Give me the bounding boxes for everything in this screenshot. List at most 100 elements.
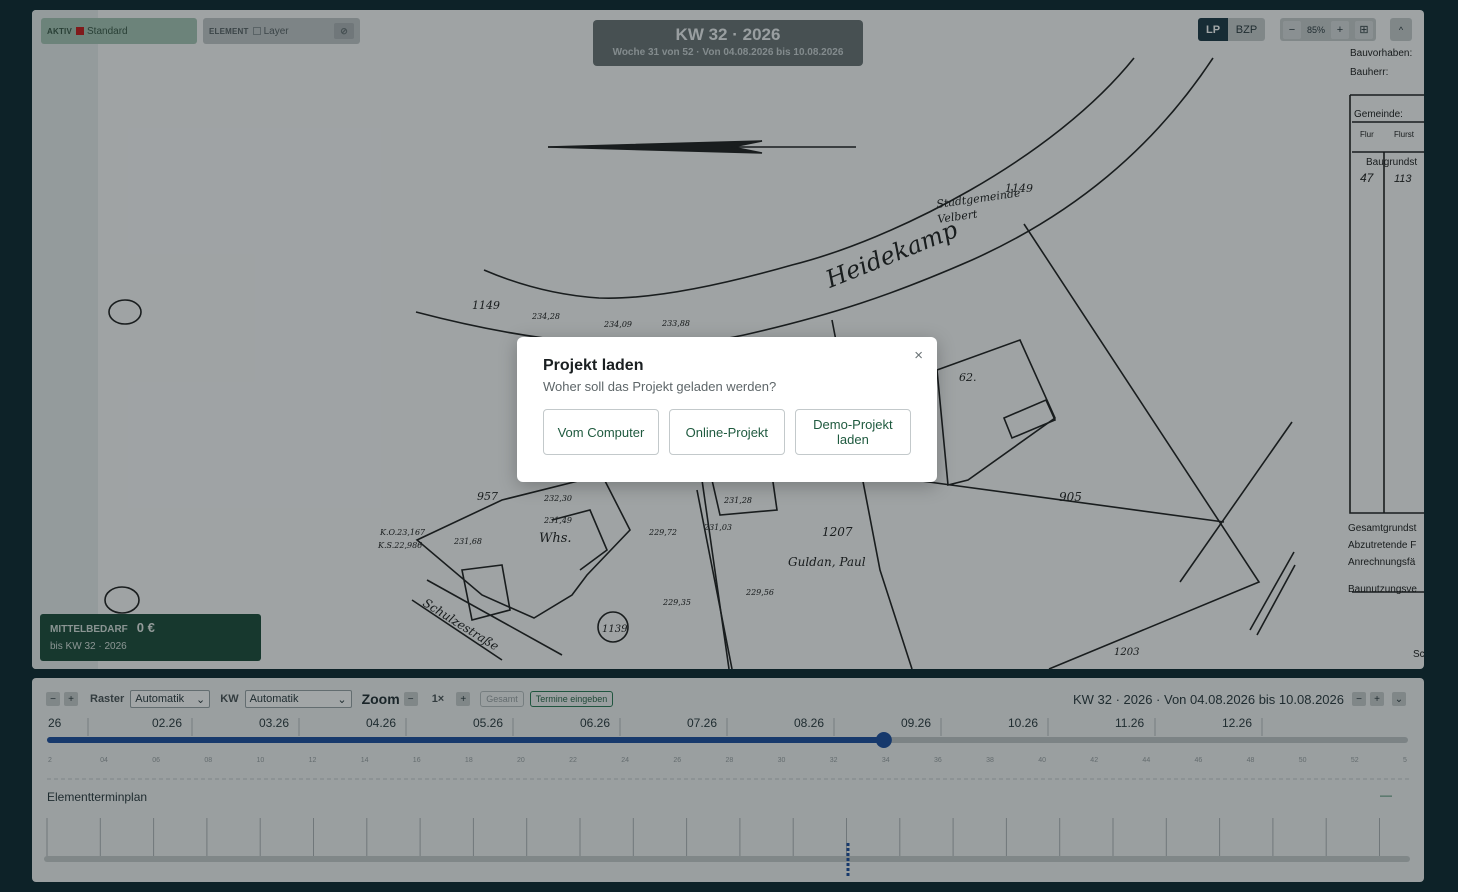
week-tick-label: 20 [517,757,525,764]
week-tick-label: 18 [465,757,473,764]
bzp-toggle-button[interactable]: BZP [1228,24,1265,36]
view-toggle: LP BZP [1198,18,1265,41]
week-tick-label: 40 [1038,757,1046,764]
checkbox-icon[interactable] [252,27,261,35]
svg-text:229,72: 229,72 [648,528,677,537]
svg-text:Bauherr:: Bauherr: [1350,67,1388,78]
timeline-panel: − + Raster Automatik ⌄ KW Automatik ⌄ Zo… [32,678,1424,882]
svg-text:K.O.23,167: K.O.23,167 [379,528,426,537]
week-tick-label: 30 [778,757,786,764]
mittelbedarf-sub: bis KW 32 · 2026 [50,641,127,652]
month-label: 26 [48,716,62,730]
week-tick-label: 16 [413,757,421,764]
zoom-control: − 85% + ⊞ [1280,18,1376,41]
timeline-ruler[interactable]: 26 02.26 03.26 04.26 05.26 06.26 07.26 08.26 09.… [32,678,1424,882]
week-tick-label: 46 [1195,757,1203,764]
svg-text:232,30: 232,30 [543,494,572,503]
week-tick-label: 2 [48,757,52,764]
close-icon[interactable]: × [914,347,923,364]
svg-text:229,56: 229,56 [745,588,774,597]
week-tick-label: 14 [361,757,369,764]
zoom-out-button[interactable]: − [1282,20,1301,39]
svg-text:Flur: Flur [1360,130,1374,139]
month-label: 07.26 [687,716,717,730]
week-tick-label: 5 [1403,757,1407,764]
svg-text:Abzutretende F: Abzutretende F [1348,540,1416,551]
week-tick-label: 26 [673,757,681,764]
online-projekt-button[interactable]: Online-Projekt [668,409,785,455]
svg-text:Bauvorhaben:: Bauvorhaben: [1350,48,1412,59]
color-swatch-icon [76,27,84,35]
month-label: 03.26 [259,716,289,730]
svg-text:47: 47 [1360,171,1375,185]
svg-text:1149: 1149 [472,299,500,312]
month-label: 12.26 [1222,716,1252,730]
mittelbedarf-label: MITTELBEDARF [50,624,128,635]
month-label: 11.26 [1115,716,1144,730]
street-label: Heidekamp [821,215,962,294]
week-tick-label: 48 [1247,757,1255,764]
svg-text:234,28: 234,28 [531,312,560,321]
dialog-title: Projekt laden [543,357,644,374]
week-title: KW 32 · 2026 [675,25,781,44]
svg-text:Flurst: Flurst [1394,130,1415,139]
collapse-button[interactable]: ^ [1390,18,1412,41]
svg-text:Velbert: Velbert [937,207,979,226]
svg-text:957: 957 [477,490,498,503]
zoom-in-button[interactable]: + [1330,20,1349,39]
svg-text:1149: 1149 [1005,182,1033,195]
month-label: 08.26 [794,716,824,730]
week-subtitle: Woche 31 von 52 · Von 04.08.2026 bis 10.… [612,47,844,58]
week-tick-label: 12 [309,757,317,764]
svg-text:Baunutzungsve: Baunutzungsve [1348,584,1417,595]
week-tick-label: 38 [986,757,994,764]
svg-text:231,49: 231,49 [543,516,572,525]
week-tick-label: 36 [934,757,942,764]
element-label: ELEMENT [209,26,249,36]
week-tick-label: 04 [100,757,108,764]
svg-text:231,28: 231,28 [723,496,752,505]
week-tick-label: 06 [152,757,160,764]
month-label: 04.26 [366,716,396,730]
week-tick-label: 10 [256,757,264,764]
demo-projekt-button[interactable]: Demo-Projekt laden [794,409,911,455]
svg-text:Gesamtgrundst: Gesamtgrundst [1348,523,1417,534]
week-tick-label: 22 [569,757,577,764]
zoom-level: 85% [1306,24,1325,35]
week-tick-label: 24 [621,757,629,764]
aktiv-value: Standard [87,25,128,37]
week-tick-label: 34 [882,757,890,764]
active-layer-chip[interactable]: AKTIV Standard [41,18,197,44]
week-tick-label: 08 [204,757,212,764]
aktiv-label: AKTIV [47,26,72,36]
week-tick-label: 42 [1090,757,1098,764]
vom-computer-button[interactable]: Vom Computer [543,409,659,455]
timeline-handle[interactable] [875,732,892,748]
svg-text:113: 113 [1394,173,1412,185]
svg-text:K.S.22,986: K.S.22,986 [377,541,422,550]
svg-text:Anrechnungsfä: Anrechnungsfä [1348,557,1416,568]
lp-toggle-button[interactable]: LP [1198,18,1228,41]
svg-text:233,88: 233,88 [661,319,690,328]
elementterminplan-title: Elementterminplan [47,790,148,804]
month-label: 02.26 [152,716,182,730]
section-collapse-button[interactable]: — [1380,788,1392,802]
mittelbedarf-panel: MITTELBEDARF 0 € bis KW 32 · 2026 [40,614,261,661]
element-layer-chip[interactable]: ELEMENT Layer ⊘ [203,18,360,44]
month-label: 09.26 [901,716,931,730]
eye-off-icon[interactable]: ⊘ [334,23,354,39]
svg-text:1207: 1207 [822,525,853,539]
svg-text:229,35: 229,35 [662,598,691,607]
week-tick-label: 50 [1299,757,1307,764]
svg-text:Baugrundst: Baugrundst [1366,157,1417,168]
week-tick-label: 52 [1351,757,1359,764]
svg-text:Guldan, Paul: Guldan, Paul [788,555,866,569]
svg-text:234,09: 234,09 [603,320,632,329]
svg-text:231,68: 231,68 [453,537,482,546]
week-tick-label: 28 [726,757,734,764]
element-value: Layer [263,25,289,37]
grid-icon[interactable]: ⊞ [1354,20,1373,39]
svg-text:905: 905 [1059,490,1082,504]
week-tick-label: 44 [1142,757,1150,764]
svg-text:62.: 62. [959,371,977,384]
